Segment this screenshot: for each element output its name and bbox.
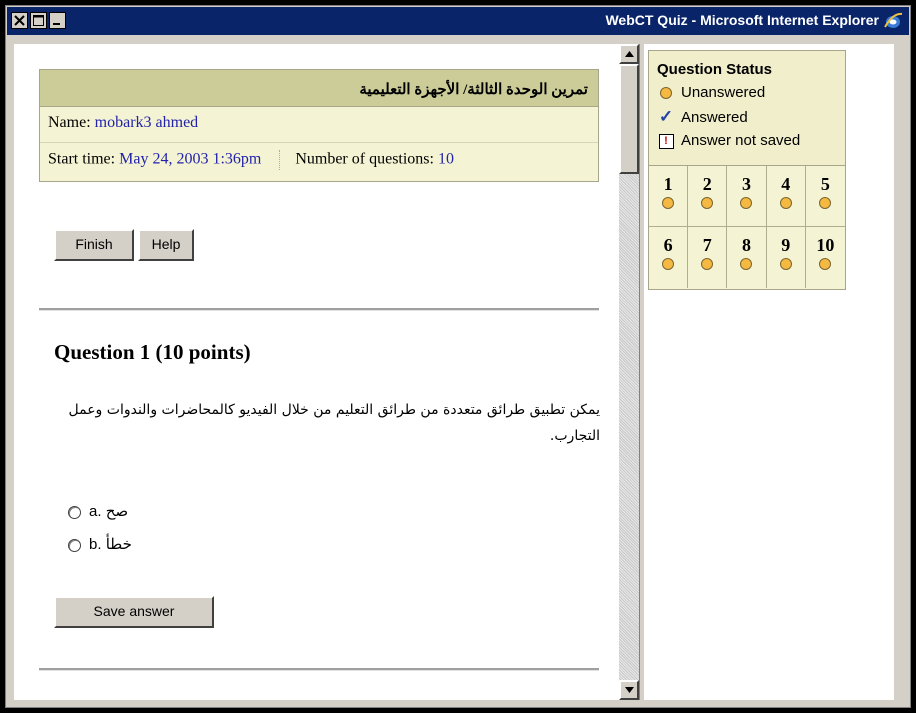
divider-line-bottom (39, 668, 599, 671)
arrow-down-icon (625, 687, 634, 693)
close-icon[interactable] (11, 12, 28, 29)
question-text: يمكن تطبيق طرائق متعددة من طرائق التعليم… (68, 402, 601, 444)
option-b-letter: b. (89, 536, 102, 553)
scroll-up-button[interactable] (619, 44, 639, 64)
option-b-label: خطأ (105, 536, 132, 553)
checkmark-icon: ✓ (658, 107, 674, 126)
question-count-value: 10 (437, 150, 454, 168)
frame-divider[interactable] (639, 44, 645, 700)
browser-content: تمرين الوحدة الثالثة/ الأجهزة التعليمية … (14, 44, 894, 700)
start-time-value: May 24, 2003 1:36pm (119, 150, 262, 168)
question-link-8[interactable]: 8 (727, 227, 767, 288)
question-status-panel: Question Status Unanswered ✓ Answered ! An… (648, 50, 846, 290)
quiz-frame: تمرين الوحدة الثالثة/ الأجهزة التعليمية … (14, 44, 618, 700)
question-count-label: Number of questions: (295, 150, 434, 168)
unanswered-dot-icon (740, 257, 753, 270)
minimize-icon[interactable] (49, 12, 66, 29)
separator (279, 150, 281, 170)
question-link-5[interactable]: 5 (805, 166, 845, 227)
question-grid: 1 2 3 4 5 6 7 8 9 10 (649, 166, 845, 288)
legend-not-saved: ! Answer not saved (657, 129, 845, 153)
option-a[interactable]: a. صح (68, 502, 128, 520)
title-bar: WebCT Quiz - Microsoft Internet Explorer (7, 7, 909, 35)
legend-not-saved-label: Answer not saved (681, 132, 801, 149)
unanswered-dot-icon (819, 257, 832, 270)
question-link-7[interactable]: 7 (688, 227, 728, 288)
status-legend: Question Status Unanswered ✓ Answered ! An… (649, 51, 845, 166)
help-button[interactable]: Help (138, 229, 194, 261)
question-heading: Question 1 (10 points) (54, 340, 251, 364)
legend-answered: ✓ Answered (657, 105, 845, 129)
save-answer-button[interactable]: Save answer (54, 596, 214, 628)
quiz-title: تمرين الوحدة الثالثة/ الأجهزة التعليمية (40, 70, 598, 107)
unanswered-dot-icon (662, 196, 675, 209)
question-link-9[interactable]: 9 (767, 227, 806, 288)
radio-b[interactable] (68, 538, 81, 552)
unanswered-dot-icon (779, 257, 792, 270)
unanswered-dot-icon (740, 196, 753, 209)
ie-logo-icon (884, 12, 903, 28)
start-row: Start time: May 24, 2003 1:36pm Number o… (40, 143, 598, 181)
unanswered-dot-icon (701, 196, 714, 209)
quiz-info-box: تمرين الوحدة الثالثة/ الأجهزة التعليمية … (39, 69, 599, 182)
question-link-3[interactable]: 3 (727, 166, 767, 227)
question-link-10[interactable]: 10 (806, 227, 845, 288)
option-a-label: صح (105, 503, 129, 520)
unanswered-dot-icon (660, 87, 672, 100)
status-title: Question Status (657, 61, 773, 78)
divider-line (39, 308, 599, 311)
name-label: Name: (48, 114, 91, 131)
unanswered-dot-icon (819, 196, 832, 209)
legend-answered-label: Answered (681, 109, 748, 126)
question-link-2[interactable]: 2 (688, 166, 728, 227)
finish-button[interactable]: Finish (54, 229, 134, 261)
vertical-scrollbar[interactable] (619, 44, 639, 700)
window-title: WebCT Quiz - Microsoft Internet Explorer (605, 12, 879, 28)
unanswered-dot-icon (662, 257, 675, 270)
question-link-4[interactable]: 4 (766, 166, 806, 227)
question-link-6[interactable]: 6 (649, 227, 689, 288)
question-link-1[interactable]: 1 (649, 166, 689, 227)
maximize-icon[interactable] (30, 12, 47, 29)
student-name: mobark3 ahmed (94, 114, 199, 131)
legend-unanswered-label: Unanswered (681, 84, 766, 101)
legend-unanswered: Unanswered (657, 81, 845, 105)
radio-a[interactable] (68, 505, 81, 519)
exclamation-icon: ! (658, 133, 674, 149)
option-a-letter: a. (89, 503, 102, 520)
unanswered-dot-icon (779, 196, 792, 209)
arrow-up-icon (625, 51, 634, 57)
scroll-down-button[interactable] (619, 680, 639, 700)
name-row: Name: mobark3 ahmed (40, 107, 598, 143)
unanswered-dot-icon (701, 257, 714, 270)
start-time-label: Start time: (48, 150, 116, 168)
option-b[interactable]: b. خطأ (68, 535, 132, 553)
scroll-thumb[interactable] (619, 64, 639, 174)
